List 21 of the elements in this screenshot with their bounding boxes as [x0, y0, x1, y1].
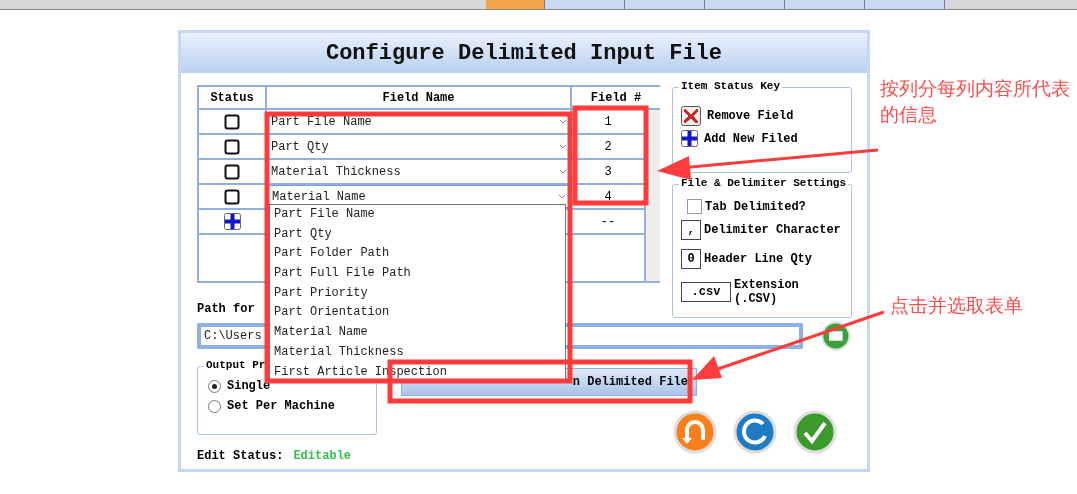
panel-title: Item Status Key	[679, 80, 783, 92]
radio-label: Single	[227, 379, 271, 393]
status-value: Editable	[293, 449, 352, 463]
checkbox-label: Tab Delimited?	[705, 199, 806, 214]
setting-label: Header Line Qty	[704, 252, 813, 266]
dialog-title: Configure Delimited Input File	[181, 33, 867, 73]
column-header: Field Name	[267, 87, 570, 108]
annotation-text: 按列分每列内容所代表的信息	[880, 76, 1070, 127]
setting-label: Extension (.CSV)	[734, 278, 800, 306]
status-label: Edit Status:	[197, 449, 284, 463]
field-number-cell: --	[572, 210, 644, 233]
column-header: Field #	[572, 87, 660, 108]
panel-title: File & Delimiter Settings	[679, 177, 849, 189]
panel-title: Output Pr	[204, 359, 268, 371]
key-label: Remove Field	[707, 109, 794, 123]
path-label: Path for	[197, 302, 255, 316]
column-header: Status	[199, 87, 265, 108]
setting-label: Delimiter Character	[704, 223, 841, 237]
annotation-text: 点击并选取表单	[890, 293, 1024, 318]
radio-label: Set Per Machine	[227, 399, 336, 413]
key-label: Add New Filed	[704, 131, 798, 146]
